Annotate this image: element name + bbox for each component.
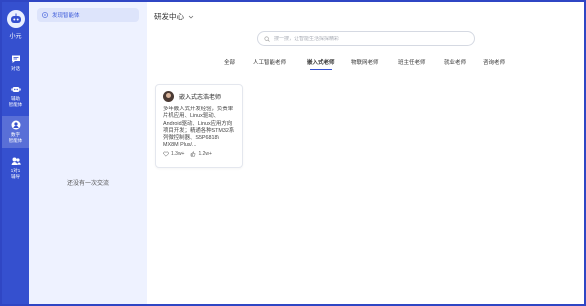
uses-count: 1.2w+ (198, 151, 212, 157)
agent-card-stats: 1.3w+ 1.2w+ (163, 151, 235, 157)
tab-consulting-teacher[interactable]: 咨询老师 (483, 58, 505, 66)
tab-homeroom-teacher[interactable]: 班主任老师 (398, 58, 426, 66)
tab-embedded-teacher[interactable]: 嵌入式老师 (307, 58, 335, 66)
tab-career-teacher[interactable]: 就业老师 (444, 58, 466, 66)
tab-iot-teacher[interactable]: 物联网老师 (351, 58, 379, 66)
category-tabs: 全部 人工智能老师 嵌入式老师 物联网老师 班主任老师 就业老师 咨询老师 (147, 58, 584, 70)
compass-icon (42, 12, 48, 18)
agent-card[interactable]: 嵌入式志浩老师 多年嵌入式开发经验，负责单片机应用、Linux驱动、Androi… (155, 84, 243, 168)
rail-item-label: 数字 智能体 (8, 132, 23, 143)
agent-card-description: 多年嵌入式开发经验，负责单片机应用、Linux驱动、Android驱动、Linu… (163, 106, 235, 149)
rail-item-label: 对话 (11, 66, 20, 71)
app-logo-label: 小元 (9, 34, 22, 40)
discover-agents-label: 发现智能体 (52, 13, 80, 19)
rail-item-label: 1对1 辅导 (10, 168, 21, 179)
agent-card-title: 嵌入式志浩老师 (179, 95, 222, 101)
main-content: 研发中心 全部 人工智能老师 嵌入式老师 物联网老师 班主任老师 就业老师 咨询… (147, 2, 584, 304)
chevron-down-icon (188, 15, 194, 18)
empty-history-text: 还没有一次交流 (66, 181, 109, 187)
center-title: 研发中心 (154, 12, 184, 21)
history-panel: 发现智能体 还没有一次交流 (29, 2, 147, 304)
heart-icon (163, 151, 169, 157)
users-icon (11, 157, 21, 165)
uses-stat: 1.2w+ (190, 151, 212, 157)
robot-icon (10, 87, 21, 92)
search-icon (264, 35, 270, 42)
agent-card-header: 嵌入式志浩老师 (163, 91, 235, 102)
likes-count: 1.3w+ (171, 151, 185, 157)
side-rail: 小元 对话 辅助 智能体 数字 智能体 1对1 辅导 (2, 2, 29, 304)
likes-stat: 1.3w+ (163, 151, 184, 157)
chat-bubble-icon (11, 55, 20, 63)
rail-item-assistant-agent[interactable]: 辅助 智能体 (2, 80, 29, 112)
person-circle-icon (11, 120, 20, 130)
rail-item-digital-agent[interactable]: 数字 智能体 (2, 116, 29, 148)
search-input[interactable] (274, 35, 474, 42)
rail-item-label: 辅助 智能体 (8, 96, 23, 107)
center-selector[interactable]: 研发中心 (154, 11, 194, 22)
search-bar[interactable] (257, 31, 475, 46)
rail-item-chat[interactable]: 对话 (2, 50, 29, 76)
discover-agents-button[interactable]: 发现智能体 (37, 8, 139, 22)
tab-ai-teacher[interactable]: 人工智能老师 (253, 58, 286, 66)
rail-item-tutoring[interactable]: 1对1 辅导 (2, 152, 29, 184)
app-logo[interactable] (6, 10, 25, 28)
app-frame: 小元 对话 辅助 智能体 数字 智能体 1对1 辅导 发现智能体 还没有一次交流… (2, 2, 584, 304)
thumbs-up-icon (191, 151, 196, 157)
robot-logo-icon (10, 13, 21, 23)
avatar (163, 91, 174, 102)
tab-all[interactable]: 全部 (224, 58, 235, 66)
